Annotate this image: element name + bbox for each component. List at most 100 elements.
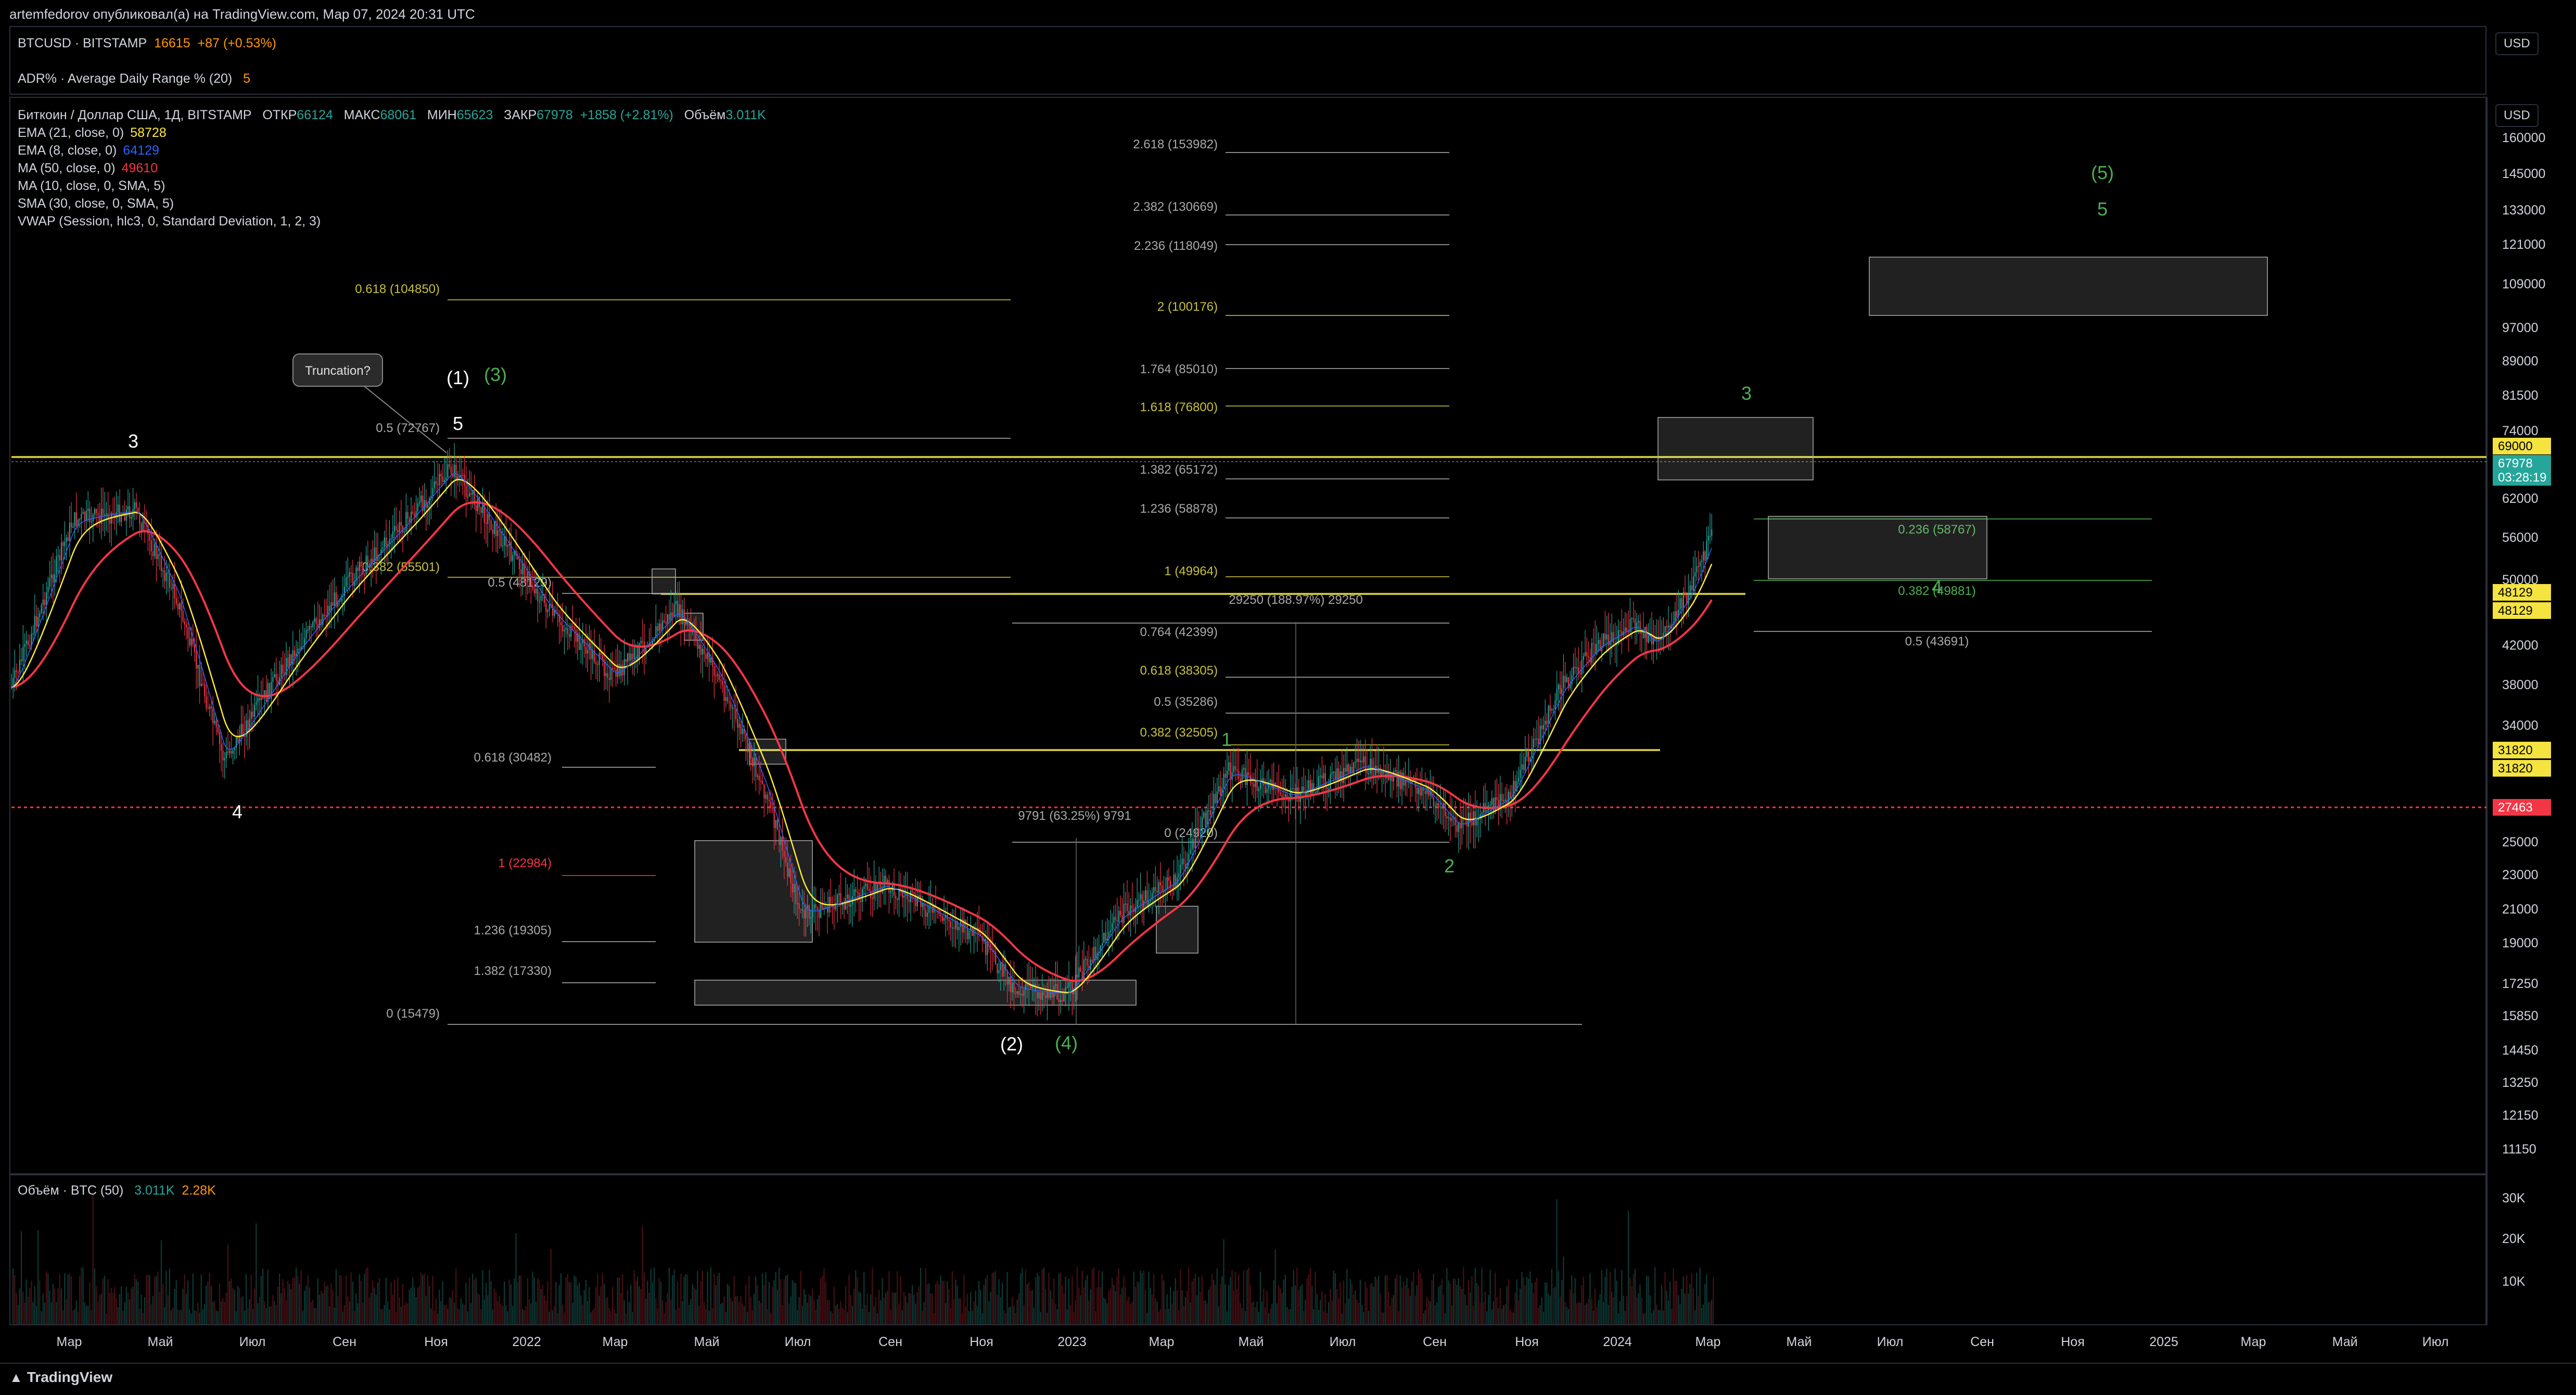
volume-bar <box>1336 1289 1338 1324</box>
candle-body <box>608 678 610 680</box>
candle-body <box>167 572 169 574</box>
candle-body <box>670 612 672 620</box>
volume-bar <box>390 1282 392 1324</box>
candle-body <box>1028 985 1030 986</box>
volume-bar <box>210 1286 212 1324</box>
candle-body <box>1471 822 1473 826</box>
volume-bar <box>340 1275 342 1324</box>
volume-bar <box>87 1305 89 1324</box>
candle-body <box>773 807 775 828</box>
candle-body <box>629 653 630 661</box>
volume-bar <box>1633 1274 1634 1324</box>
volume-bar <box>32 1302 34 1324</box>
volume-bar <box>882 1278 883 1324</box>
volume-bar <box>212 1301 214 1324</box>
volume-title[interactable]: Объём · BTC (50) <box>18 1183 123 1198</box>
volume-bar <box>933 1312 935 1324</box>
candle-body <box>657 626 658 631</box>
volume-bar <box>1631 1286 1633 1324</box>
candle-body <box>1191 839 1193 849</box>
candle-body <box>37 616 39 627</box>
volume-bar <box>1178 1310 1180 1324</box>
candle-body <box>1496 797 1498 800</box>
candle-body <box>1701 561 1703 562</box>
candle-body <box>1209 810 1212 815</box>
candle-body <box>91 521 92 523</box>
volume-bar <box>1430 1301 1431 1324</box>
candle-body <box>262 697 264 699</box>
candle-body <box>1636 623 1638 630</box>
volume-bar <box>262 1268 264 1324</box>
volume-bar <box>1198 1277 1200 1324</box>
volume-bar <box>1008 1307 1010 1324</box>
volume-bar <box>657 1308 658 1324</box>
candle-body <box>1513 781 1514 798</box>
volume-bar <box>577 1285 578 1324</box>
volume-bar <box>1418 1269 1419 1324</box>
volume-bar <box>1638 1293 1639 1324</box>
candle-body <box>1241 769 1243 782</box>
volume-bar <box>958 1298 960 1324</box>
volume-bar <box>642 1226 643 1324</box>
volume-bar <box>1138 1282 1140 1324</box>
volume-bar <box>1108 1290 1110 1324</box>
volume-bar <box>131 1288 132 1324</box>
volume-bar <box>1391 1298 1393 1324</box>
volume-bar <box>863 1272 865 1324</box>
volume-bar <box>91 1310 92 1324</box>
volume-bar <box>1617 1313 1619 1324</box>
candle-body <box>751 758 754 767</box>
candle-body <box>595 662 597 665</box>
wave-label-green: 4 <box>1932 576 1942 598</box>
volume-bar <box>830 1311 832 1324</box>
candle-body <box>1366 770 1368 773</box>
candle-body <box>573 627 575 630</box>
volume-bar <box>717 1275 718 1324</box>
volume-bar <box>387 1301 389 1324</box>
candle-body <box>1131 905 1133 908</box>
candle-body <box>1609 642 1611 645</box>
volume-bar <box>1473 1305 1474 1324</box>
volume-bar <box>267 1270 269 1324</box>
volume-bar <box>1383 1312 1384 1324</box>
volume-bar <box>1471 1276 1473 1324</box>
volume-bar <box>614 1310 615 1324</box>
volume-bar <box>667 1293 668 1324</box>
volume-bar <box>683 1276 685 1324</box>
price-chart[interactable]: 1600001450001330001210001090009700089000… <box>0 0 2576 1394</box>
candle-body <box>160 555 162 571</box>
volume-bar <box>737 1296 738 1324</box>
volume-bar <box>843 1309 845 1324</box>
volume-bar <box>828 1300 830 1324</box>
volume-bar <box>866 1293 868 1324</box>
candle-body <box>152 551 154 556</box>
candle-body <box>49 578 50 587</box>
volume-bar <box>672 1275 673 1324</box>
candle-body <box>747 739 748 753</box>
wave-label-green: (5) <box>2091 162 2114 183</box>
price-tick-label: 145000 <box>2502 167 2545 181</box>
volume-bar <box>751 1310 753 1324</box>
volume-bar <box>1223 1239 1225 1324</box>
tradingview-logo[interactable]: ▲ TradingView <box>9 1369 112 1386</box>
candle-body <box>1085 958 1087 960</box>
candle-body <box>1320 776 1321 777</box>
volume-bar <box>24 1302 25 1324</box>
volume-bar <box>810 1296 811 1324</box>
volume-bar <box>862 1308 863 1324</box>
volume-bar <box>374 1287 375 1324</box>
volume-bar <box>483 1299 485 1324</box>
volume-bar <box>1380 1293 1381 1324</box>
candle-body <box>1159 882 1162 886</box>
volume-bar <box>1536 1277 1538 1324</box>
volume-bar <box>1656 1304 1657 1324</box>
volume-bar <box>1474 1267 1476 1324</box>
candle-body <box>838 893 840 895</box>
candle-body <box>713 666 715 676</box>
volume-bar <box>629 1302 630 1324</box>
volume-bar <box>1439 1285 1441 1324</box>
volume-bar <box>1012 1297 1013 1324</box>
candle-body <box>798 903 800 909</box>
candle-body <box>1251 782 1253 784</box>
volume-bar <box>600 1286 602 1324</box>
